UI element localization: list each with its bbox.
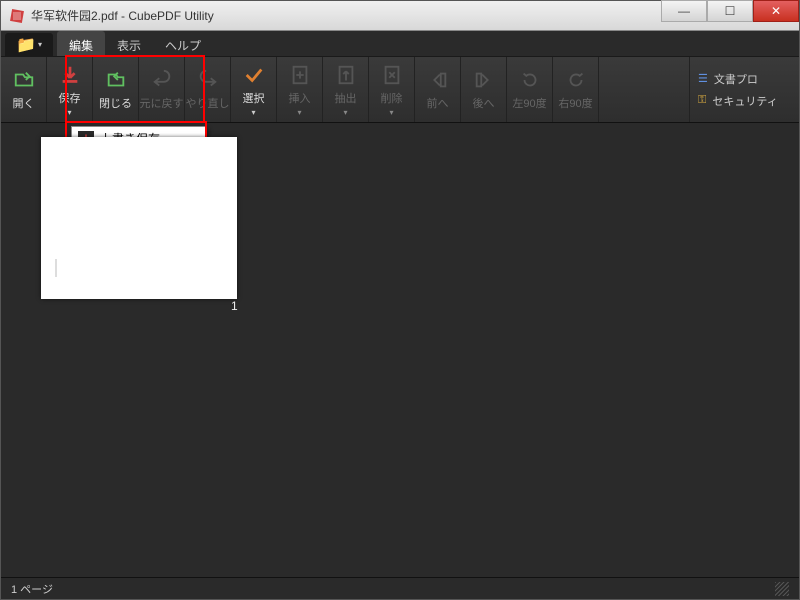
chevron-down-icon: ▾ bbox=[67, 110, 71, 116]
folder-icon: 📁 bbox=[16, 35, 36, 55]
prev-button[interactable]: 前へ bbox=[415, 57, 461, 122]
maximize-button[interactable]: ☐ bbox=[707, 0, 753, 22]
extract-button[interactable]: 抽出 ▾ bbox=[323, 57, 369, 122]
rotate-left-button[interactable]: 左90度 bbox=[507, 57, 553, 122]
select-icon bbox=[243, 64, 265, 86]
chevron-down-icon: ▾ bbox=[297, 110, 301, 116]
redo-button[interactable]: やり直し bbox=[185, 57, 231, 122]
save-button[interactable]: 保存 ▾ bbox=[47, 57, 93, 122]
app-icon bbox=[9, 8, 25, 24]
insert-icon bbox=[289, 64, 311, 86]
delete-icon bbox=[381, 64, 403, 86]
close-button[interactable]: ✕ bbox=[753, 0, 799, 22]
window-buttons: ― ☐ ✕ bbox=[661, 1, 799, 30]
toolbar: 開く 保存 ▾ 閉じる 元に戻す やり直し 選択 ▾ 挿入 ▾ bbox=[1, 57, 799, 123]
chevron-down-icon: ▾ bbox=[343, 110, 347, 116]
status-bar: 1 ページ bbox=[1, 577, 799, 599]
right-panel: ☰ 文書プロ ⚿ セキュリティ bbox=[689, 57, 799, 122]
status-text: 1 ページ bbox=[11, 581, 53, 597]
delete-button[interactable]: 削除 ▾ bbox=[369, 57, 415, 122]
redo-icon bbox=[197, 69, 219, 91]
rotate-right-button[interactable]: 右90度 bbox=[553, 57, 599, 122]
app-window: 华军软件园2.pdf - CubePDF Utility ― ☐ ✕ 📁▾ 編集… bbox=[0, 0, 800, 600]
rotate-right-icon bbox=[565, 69, 587, 91]
insert-button[interactable]: 挿入 ▾ bbox=[277, 57, 323, 122]
security-button[interactable]: ⚿ セキュリティ bbox=[698, 93, 799, 109]
undo-button[interactable]: 元に戻す bbox=[139, 57, 185, 122]
extract-icon bbox=[335, 64, 357, 86]
save-icon bbox=[59, 64, 81, 86]
menu-bar: 📁▾ 編集 表示 ヘルプ bbox=[1, 31, 799, 57]
list-icon: ☰ bbox=[698, 72, 708, 85]
key-icon: ⚿ bbox=[698, 94, 706, 107]
chevron-down-icon: ▾ bbox=[251, 110, 255, 116]
prev-icon bbox=[427, 69, 449, 91]
file-menu-button[interactable]: 📁▾ bbox=[5, 33, 53, 56]
tab-view[interactable]: 表示 bbox=[105, 31, 153, 56]
resize-grip[interactable] bbox=[775, 582, 789, 596]
open-icon bbox=[13, 69, 35, 91]
doc-properties-button[interactable]: ☰ 文書プロ bbox=[698, 71, 799, 87]
rotate-left-icon bbox=[519, 69, 541, 91]
tab-edit[interactable]: 編集 bbox=[57, 31, 105, 56]
next-icon bbox=[473, 69, 495, 91]
chevron-down-icon: ▾ bbox=[38, 40, 42, 49]
chevron-down-icon: ▾ bbox=[389, 110, 393, 116]
page-thumbnail-1[interactable] bbox=[41, 137, 237, 299]
cursor-mark bbox=[55, 259, 57, 277]
tab-help[interactable]: ヘルプ bbox=[153, 31, 213, 56]
minimize-button[interactable]: ― bbox=[661, 0, 707, 22]
undo-icon bbox=[151, 69, 173, 91]
content-area: 上書き保存 名前を付けて保存 1 bbox=[1, 123, 799, 577]
open-button[interactable]: 開く bbox=[1, 57, 47, 122]
page-number: 1 bbox=[231, 299, 238, 313]
close-doc-button[interactable]: 閉じる bbox=[93, 57, 139, 122]
close-doc-icon bbox=[105, 69, 127, 91]
title-bar: 华军软件园2.pdf - CubePDF Utility ― ☐ ✕ bbox=[1, 1, 799, 31]
window-title: 华军软件园2.pdf - CubePDF Utility bbox=[31, 7, 661, 24]
next-button[interactable]: 後へ bbox=[461, 57, 507, 122]
select-button[interactable]: 選択 ▾ bbox=[231, 57, 277, 122]
